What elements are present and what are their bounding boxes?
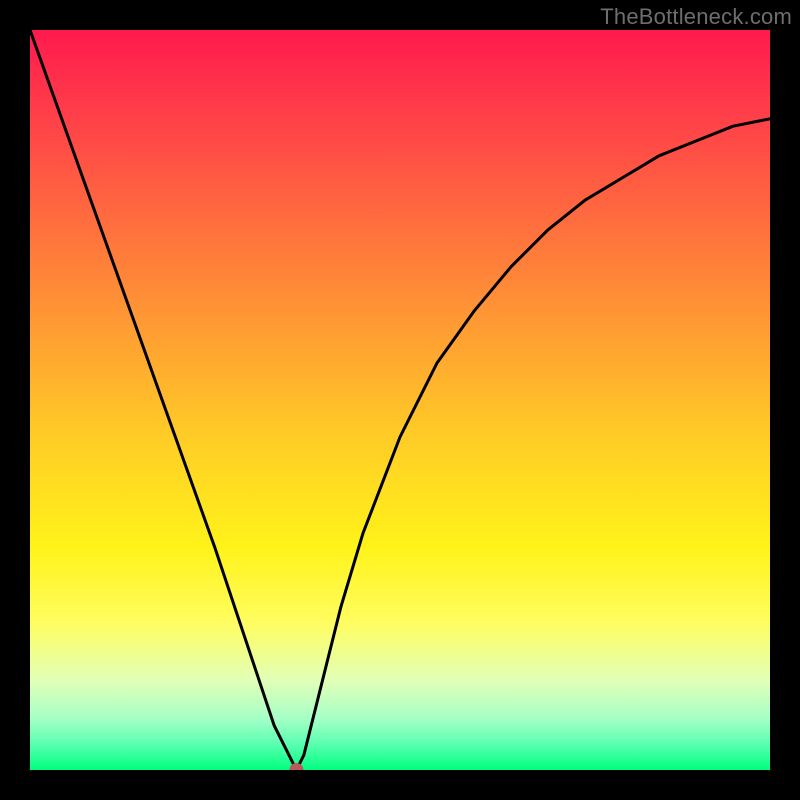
plot-area <box>30 30 770 770</box>
gradient-background <box>30 30 770 770</box>
chart-frame: TheBottleneck.com <box>0 0 800 800</box>
watermark-text: TheBottleneck.com <box>600 4 792 30</box>
